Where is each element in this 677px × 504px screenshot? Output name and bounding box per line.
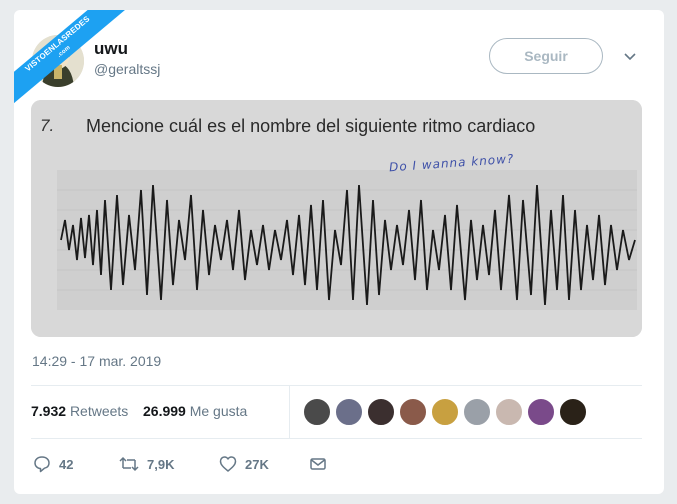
liker-avatar-1[interactable]: [303, 398, 331, 426]
likes-count: 26.999: [143, 403, 186, 419]
tweet-photo[interactable]: 7. Mencione cuál es el nombre del siguie…: [31, 100, 642, 337]
tweet-actions: 42 7,9K 27K: [31, 446, 642, 482]
chevron-down-icon[interactable]: [623, 50, 637, 64]
liker-avatar-7[interactable]: [495, 398, 523, 426]
direct-message-action[interactable]: [309, 454, 335, 474]
like-action[interactable]: 27K: [219, 454, 269, 474]
liker-avatar-6[interactable]: [463, 398, 491, 426]
liker-avatar-3[interactable]: [367, 398, 395, 426]
retweets-count: 7.932: [31, 403, 67, 419]
retweet-count: 7,9K: [147, 456, 175, 472]
like-count: 27K: [245, 456, 269, 472]
retweets-label: Retweets: [69, 403, 129, 419]
liker-avatar-4[interactable]: [399, 398, 427, 426]
liker-avatar-8[interactable]: [527, 398, 555, 426]
reply-icon: [34, 456, 50, 473]
likes-label: Me gusta: [189, 403, 248, 419]
follow-button[interactable]: Seguir: [489, 38, 603, 74]
likes-stat[interactable]: 26.999 Me gusta: [143, 403, 247, 419]
reply-action[interactable]: 42: [33, 454, 73, 474]
retweet-action[interactable]: 7,9K: [119, 454, 174, 474]
retweets-stat[interactable]: 7.932 Retweets: [31, 403, 128, 419]
liker-avatar-2[interactable]: [335, 398, 363, 426]
liker-avatar-5[interactable]: [431, 398, 459, 426]
display-name[interactable]: uwu: [94, 39, 128, 59]
divider: [31, 438, 642, 439]
question-number: 7.: [40, 116, 55, 135]
envelope-icon: [310, 458, 326, 470]
reply-count: 42: [59, 456, 74, 472]
stats-separator: [289, 386, 290, 438]
tweet-stats: 7.932 Retweets 26.999 Me gusta: [31, 386, 642, 438]
tweet-card: VISTOENLASREDES .com uwu @geraltssj Segu…: [14, 10, 664, 494]
liker-avatar-9[interactable]: [559, 398, 587, 426]
question-text: Mencione cuál es el nombre del siguiente…: [86, 116, 536, 136]
tweet-timestamp[interactable]: 14:29 - 17 mar. 2019: [32, 353, 161, 369]
retweet-icon: [119, 456, 139, 472]
heart-icon: [219, 456, 237, 472]
user-handle[interactable]: @geraltssj: [94, 61, 160, 77]
